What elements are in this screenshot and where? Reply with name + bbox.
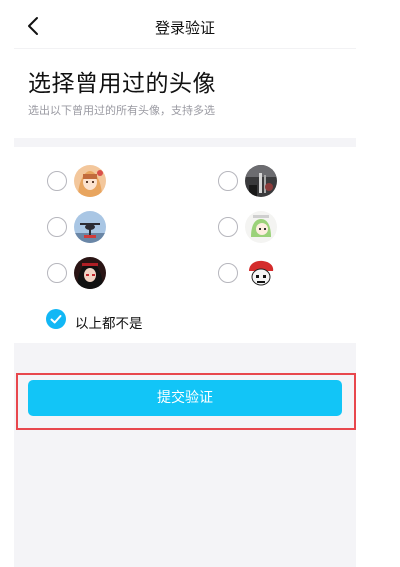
none-of-above-label: 以上都不是 — [75, 316, 143, 332]
submit-button[interactable]: 提交验证 — [28, 380, 342, 416]
radio-unchecked-icon[interactable] — [218, 263, 238, 283]
avatar-image — [74, 165, 106, 197]
avatar-option-2[interactable] — [218, 165, 348, 201]
avatar-image — [245, 165, 277, 197]
avatar-option-1[interactable] — [47, 165, 177, 201]
avatar-option-3[interactable] — [47, 211, 177, 247]
radio-unchecked-icon[interactable] — [47, 217, 67, 237]
avatar-option-4[interactable] — [218, 211, 348, 247]
avatar-image — [245, 211, 277, 243]
avatar-image — [245, 257, 277, 289]
radio-unchecked-icon[interactable] — [218, 217, 238, 237]
page-title: 选择曾用过的头像 — [28, 71, 216, 97]
nav-title: 登录验证 — [154, 19, 215, 37]
avatar-option-6[interactable] — [218, 257, 348, 293]
radio-unchecked-icon[interactable] — [47, 171, 67, 191]
avatar-options: 以上都不是 — [14, 147, 356, 343]
section-divider — [14, 138, 356, 147]
top-nav-bar: 登录验证 — [14, 0, 356, 48]
avatar-image — [74, 211, 106, 243]
avatar-option-5[interactable] — [47, 257, 177, 293]
radio-unchecked-icon[interactable] — [218, 171, 238, 191]
page-subtitle: 选出以下曾用过的所有头像，支持多选 — [28, 104, 215, 117]
radio-unchecked-icon[interactable] — [47, 263, 67, 283]
avatar-image — [74, 257, 106, 289]
nav-divider — [14, 48, 356, 49]
checkmark-circle-icon[interactable] — [46, 309, 66, 329]
